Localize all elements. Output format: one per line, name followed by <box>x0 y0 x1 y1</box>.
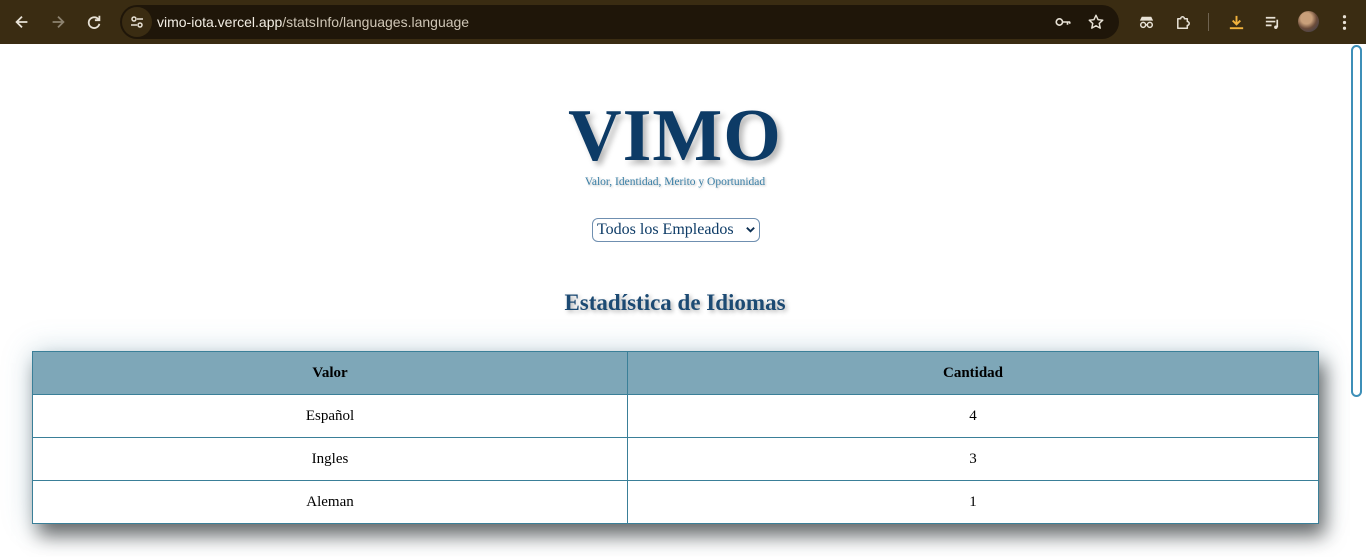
employee-filter-select[interactable]: Todos los Empleados <box>592 218 760 242</box>
chevron-down-icon <box>746 227 755 233</box>
logo-title: VIMO <box>568 95 782 177</box>
address-bar[interactable]: vimo-iota.vercel.app/statsInfo/languages… <box>120 5 1119 39</box>
toolbar-separator <box>1208 13 1209 31</box>
incognito-extension-button[interactable] <box>1135 11 1157 33</box>
table-row: Ingles 3 <box>32 437 1319 481</box>
table-cell-valor: Ingles <box>32 437 628 481</box>
downloads-button[interactable] <box>1225 11 1247 33</box>
key-icon <box>1055 18 1071 26</box>
media-control-button[interactable] <box>1261 11 1283 33</box>
spy-icon <box>1139 16 1153 28</box>
language-stats-table: Valor Cantidad Español 4 Ingles 3 Aleman… <box>32 351 1319 524</box>
column-header-valor: Valor <box>32 351 628 395</box>
extensions-button[interactable] <box>1172 11 1194 33</box>
table-row: Aleman 1 <box>32 480 1319 524</box>
url-path: /statsInfo/languages.language <box>282 14 470 30</box>
column-header-cantidad: Cantidad <box>627 351 1319 395</box>
table-cell-cantidad: 1 <box>627 480 1319 524</box>
profile-avatar[interactable] <box>1298 11 1319 32</box>
section-title: Estadística de Idiomas <box>564 290 786 315</box>
table-cell-valor: Español <box>32 394 628 438</box>
url-text[interactable]: vimo-iota.vercel.app/statsInfo/languages… <box>157 14 469 30</box>
arrow-right-icon <box>52 15 65 29</box>
reload-button[interactable] <box>76 4 112 40</box>
table-cell-cantidad: 3 <box>627 437 1319 481</box>
table-cell-cantidad: 4 <box>627 394 1319 438</box>
url-host: vimo-iota.vercel.app <box>157 14 283 30</box>
download-icon <box>1229 15 1243 29</box>
logo-subtitle: Valor, Identidad, Merito y Oportunidad <box>584 176 766 188</box>
table-header-row: Valor Cantidad <box>32 351 1319 395</box>
browser-toolbar: vimo-iota.vercel.app/statsInfo/languages… <box>0 0 1366 44</box>
scrollbar-thumb[interactable] <box>1351 45 1362 397</box>
browser-menu-button[interactable] <box>1333 11 1355 33</box>
password-key-button[interactable] <box>1053 12 1073 32</box>
back-button[interactable] <box>4 4 40 40</box>
puzzle-icon <box>1176 15 1190 29</box>
kebab-menu-icon <box>1342 14 1346 30</box>
table-row: Español 4 <box>32 394 1319 438</box>
site-info-button[interactable] <box>122 7 152 37</box>
playlist-icon <box>1265 16 1278 29</box>
arrow-left-icon <box>15 15 28 29</box>
employee-filter-value: Todos los Empleados <box>597 221 734 238</box>
reload-icon <box>87 15 101 29</box>
tune-icon <box>131 16 143 28</box>
forward-button[interactable] <box>40 4 76 40</box>
bookmark-button[interactable] <box>1086 12 1106 32</box>
table-cell-valor: Aleman <box>32 480 628 524</box>
page-viewport: VIMO Valor, Identidad, Merito y Oportuni… <box>0 44 1366 557</box>
star-icon <box>1088 14 1104 29</box>
